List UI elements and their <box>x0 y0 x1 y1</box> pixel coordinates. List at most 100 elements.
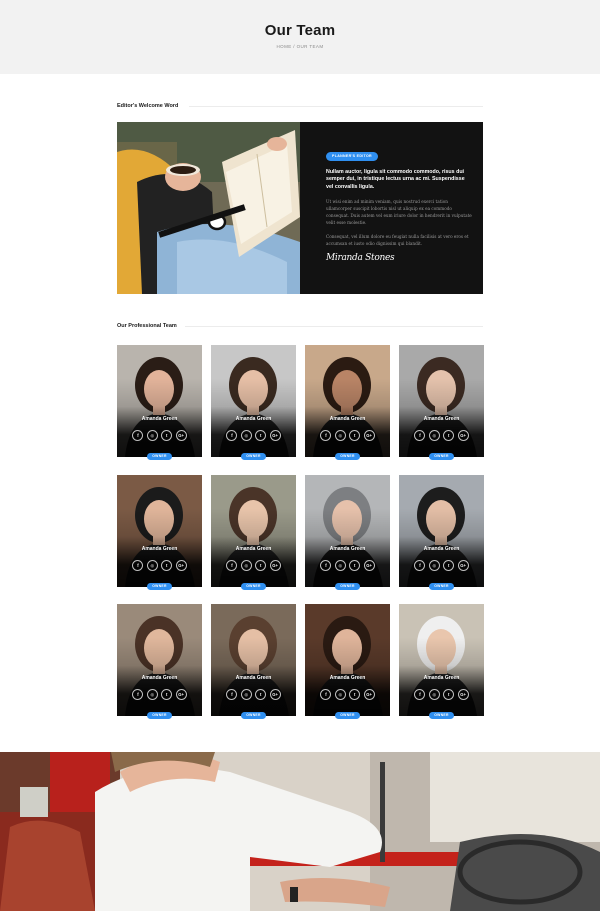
editor-body: PLANNER'S EDITOR Nullam auctor, ligula s… <box>326 144 472 263</box>
twitter-icon[interactable]: t <box>255 430 267 441</box>
facebook-icon[interactable]: f <box>414 430 426 441</box>
facebook-icon[interactable]: f <box>414 689 426 700</box>
team-member-name: Amanda Green <box>235 675 272 681</box>
team-heading-text: Our Professional Team <box>117 323 183 329</box>
social-links: f ◎ t G+ <box>399 560 484 578</box>
team-member-name: Amanda Green <box>141 546 178 552</box>
facebook-icon[interactable]: f <box>226 560 238 571</box>
editor-heading-text: Editor's Welcome Word <box>117 103 185 109</box>
instagram-icon[interactable]: ◎ <box>240 689 252 700</box>
twitter-icon[interactable]: t <box>443 689 455 700</box>
editor-signature: Miranda Stones <box>326 253 395 264</box>
social-links: f ◎ t G+ <box>305 560 390 578</box>
breadcrumb-separator: / <box>293 44 295 49</box>
google-plus-icon[interactable]: G+ <box>175 560 187 571</box>
team-member-card[interactable]: Amanda Green f ◎ t G+ OWNER <box>305 345 390 460</box>
role-badge: OWNER <box>429 453 454 460</box>
instagram-icon[interactable]: ◎ <box>334 430 346 441</box>
editor-photo <box>117 122 300 294</box>
facebook-icon[interactable]: f <box>226 430 238 441</box>
facebook-icon[interactable]: f <box>226 689 238 700</box>
instagram-icon[interactable]: ◎ <box>240 560 252 571</box>
google-plus-icon[interactable]: G+ <box>363 560 375 571</box>
instagram-icon[interactable]: ◎ <box>334 689 346 700</box>
role-badge: OWNER <box>241 453 266 460</box>
team-member-card[interactable]: Amanda Green f ◎ t G+ OWNER <box>211 604 296 719</box>
role-badge: OWNER <box>335 583 360 590</box>
social-links: f ◎ t G+ <box>211 689 296 707</box>
social-links: f ◎ t G+ <box>117 560 202 578</box>
bottom-hero-photo <box>0 752 600 911</box>
team-member-card[interactable]: Amanda Green f ◎ t G+ OWNER <box>117 604 202 719</box>
facebook-icon[interactable]: f <box>132 560 144 571</box>
team-member-card[interactable]: Amanda Green f ◎ t G+ OWNER <box>399 604 484 719</box>
social-links: f ◎ t G+ <box>117 689 202 707</box>
team-member-card[interactable]: Amanda Green f ◎ t G+ OWNER <box>211 345 296 460</box>
google-plus-icon[interactable]: G+ <box>457 689 469 700</box>
facebook-icon[interactable]: f <box>320 430 332 441</box>
twitter-icon[interactable]: t <box>255 560 267 571</box>
instagram-icon[interactable]: ◎ <box>428 689 440 700</box>
instagram-icon[interactable]: ◎ <box>146 560 158 571</box>
google-plus-icon[interactable]: G+ <box>269 560 281 571</box>
twitter-icon[interactable]: t <box>161 689 173 700</box>
role-badge: OWNER <box>429 712 454 719</box>
role-badge: OWNER <box>241 583 266 590</box>
twitter-icon[interactable]: t <box>349 430 361 441</box>
instagram-icon[interactable]: ◎ <box>146 689 158 700</box>
social-links: f ◎ t G+ <box>399 689 484 707</box>
instagram-icon[interactable]: ◎ <box>334 560 346 571</box>
google-plus-icon[interactable]: G+ <box>363 430 375 441</box>
team-member-card[interactable]: Amanda Green f ◎ t G+ OWNER <box>117 475 202 590</box>
team-member-card[interactable]: Amanda Green f ◎ t G+ OWNER <box>305 475 390 590</box>
team-section-heading: Our Professional Team <box>117 323 483 333</box>
google-plus-icon[interactable]: G+ <box>457 560 469 571</box>
google-plus-icon[interactable]: G+ <box>363 689 375 700</box>
team-member-name: Amanda Green <box>235 416 272 422</box>
facebook-icon[interactable]: f <box>132 689 144 700</box>
google-plus-icon[interactable]: G+ <box>457 430 469 441</box>
team-member-card[interactable]: Amanda Green f ◎ t G+ OWNER <box>117 345 202 460</box>
twitter-icon[interactable]: t <box>349 689 361 700</box>
instagram-icon[interactable]: ◎ <box>428 560 440 571</box>
instagram-icon[interactable]: ◎ <box>240 430 252 441</box>
team-member-card[interactable]: Amanda Green f ◎ t G+ OWNER <box>399 345 484 460</box>
team-member-card[interactable]: Amanda Green f ◎ t G+ OWNER <box>211 475 296 590</box>
role-badge: OWNER <box>335 453 360 460</box>
editor-welcome-block: PLANNER'S EDITOR Nullam auctor, ligula s… <box>117 122 483 294</box>
twitter-icon[interactable]: t <box>349 560 361 571</box>
team-member-name: Amanda Green <box>423 546 460 552</box>
team-member-name: Amanda Green <box>141 675 178 681</box>
team-member-card[interactable]: Amanda Green f ◎ t G+ OWNER <box>399 475 484 590</box>
facebook-icon[interactable]: f <box>132 430 144 441</box>
editor-section-heading: Editor's Welcome Word <box>117 103 483 113</box>
facebook-icon[interactable]: f <box>320 689 332 700</box>
social-links: f ◎ t G+ <box>211 560 296 578</box>
twitter-icon[interactable]: t <box>161 560 173 571</box>
team-member-card[interactable]: Amanda Green f ◎ t G+ OWNER <box>305 604 390 719</box>
social-links: f ◎ t G+ <box>305 430 390 448</box>
facebook-icon[interactable]: f <box>414 560 426 571</box>
team-member-name: Amanda Green <box>329 416 366 422</box>
social-links: f ◎ t G+ <box>211 430 296 448</box>
role-badge: OWNER <box>335 712 360 719</box>
facebook-icon[interactable]: f <box>320 560 332 571</box>
twitter-icon[interactable]: t <box>443 430 455 441</box>
google-plus-icon[interactable]: G+ <box>269 689 281 700</box>
role-badge: OWNER <box>147 712 172 719</box>
twitter-icon[interactable]: t <box>255 689 267 700</box>
twitter-icon[interactable]: t <box>443 560 455 571</box>
editor-paragraph-2: Consequat, vel illum dolore eu feugiat n… <box>326 234 469 247</box>
twitter-icon[interactable]: t <box>161 430 173 441</box>
editor-lead-text: Nullam auctor, ligula sit commodo commod… <box>326 169 465 190</box>
google-plus-icon[interactable]: G+ <box>175 430 187 441</box>
google-plus-icon[interactable]: G+ <box>175 689 187 700</box>
social-links: f ◎ t G+ <box>305 689 390 707</box>
role-badge: OWNER <box>147 453 172 460</box>
breadcrumb-home-link[interactable]: HOME <box>277 44 292 49</box>
google-plus-icon[interactable]: G+ <box>269 430 281 441</box>
instagram-icon[interactable]: ◎ <box>428 430 440 441</box>
instagram-icon[interactable]: ◎ <box>146 430 158 441</box>
social-links: f ◎ t G+ <box>399 430 484 448</box>
editor-tag-badge: PLANNER'S EDITOR <box>326 151 378 161</box>
